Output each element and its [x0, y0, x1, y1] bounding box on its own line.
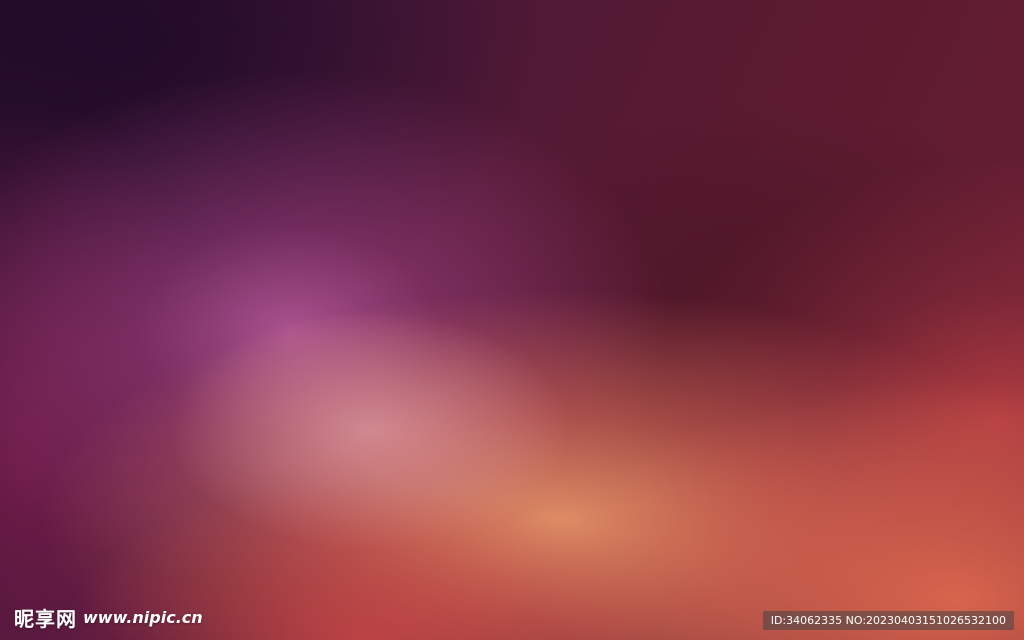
pink-glow	[0, 0, 1024, 640]
orange-bottom-right-glow	[0, 0, 1024, 640]
magenta-left-glow	[0, 0, 1024, 640]
red-bottom-glow	[0, 0, 1024, 640]
watermark-url: www.nipic.cn	[83, 608, 203, 627]
watermark-logo: 昵享网	[14, 607, 77, 631]
light-core	[0, 0, 1024, 640]
dark-center-shade	[0, 0, 1024, 640]
peach-band	[0, 0, 1024, 640]
site-watermark: 昵享网 www.nipic.cn	[14, 603, 203, 632]
base-gradient	[0, 0, 1024, 640]
image-id-badge: ID:34062335 NO:20230403151026532100	[762, 611, 1014, 630]
gradient-wallpaper: 昵享网 www.nipic.cn ID:34062335 NO:20230403…	[0, 0, 1024, 640]
dark-top-left-shade	[0, 0, 1024, 640]
red-right-glow	[0, 0, 1024, 640]
